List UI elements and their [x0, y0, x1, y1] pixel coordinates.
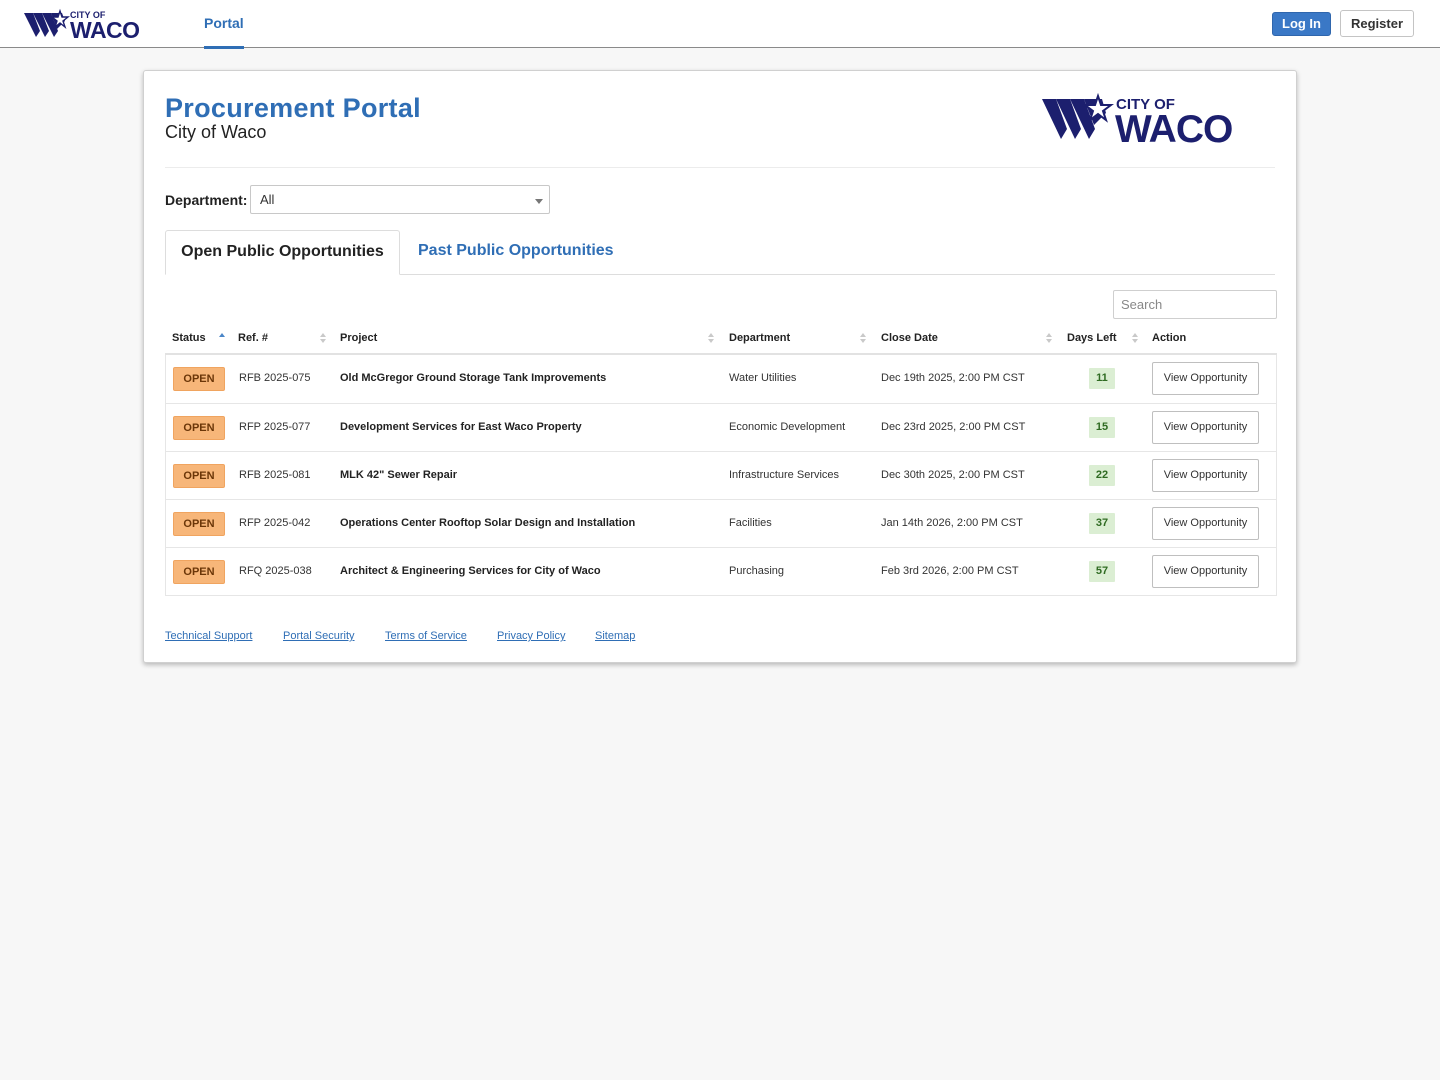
- column-header-project[interactable]: Project: [340, 326, 377, 353]
- project-name: Development Services for East Waco Prope…: [340, 421, 582, 433]
- close-date: Dec 30th 2025, 2:00 PM CST: [881, 469, 1025, 481]
- days-left-badge: 15: [1089, 417, 1115, 438]
- page-title: Procurement Portal: [165, 93, 421, 123]
- log-in-button[interactable]: Log In: [1272, 12, 1331, 36]
- nav-item-portal[interactable]: Portal: [204, 0, 244, 49]
- status-badge: OPEN: [173, 512, 225, 536]
- city-of-waco-logo[interactable]: CITY OF WACO: [24, 7, 170, 41]
- project-name: Operations Center Rooftop Solar Design a…: [340, 517, 636, 529]
- footer-link-portal-security[interactable]: Portal Security: [283, 630, 355, 642]
- department-name: Water Utilities: [729, 372, 797, 384]
- department-name: Economic Development: [729, 421, 846, 433]
- table-body: OPEN RFB 2025-075 Old McGregor Ground St…: [165, 355, 1277, 596]
- view-opportunity-button[interactable]: View Opportunity: [1152, 362, 1259, 395]
- days-left-badge: 57: [1089, 561, 1115, 582]
- view-opportunity-button[interactable]: View Opportunity: [1152, 459, 1259, 492]
- table-row: OPEN RFP 2025-042 Operations Center Roof…: [166, 499, 1276, 547]
- department-label: Department:: [165, 192, 248, 208]
- days-left-badge: 11: [1089, 368, 1115, 389]
- column-header-days-left[interactable]: Days Left: [1067, 326, 1117, 353]
- footer-link-technical-support[interactable]: Technical Support: [165, 630, 252, 642]
- ref-number: RFB 2025-075: [239, 372, 311, 384]
- status-badge: OPEN: [173, 416, 225, 440]
- close-date: Dec 23rd 2025, 2:00 PM CST: [881, 421, 1026, 433]
- ref-number: RFP 2025-077: [239, 421, 311, 433]
- project-name: MLK 42" Sewer Repair: [340, 469, 458, 481]
- department-name: Facilities: [729, 517, 772, 529]
- table-row: OPEN RFP 2025-077 Development Services f…: [166, 403, 1276, 451]
- tab-past-public-opportunities[interactable]: Past Public Opportunities: [418, 230, 614, 275]
- column-header-close-date[interactable]: Close Date: [881, 326, 938, 353]
- sort-icon[interactable]: [708, 333, 715, 345]
- footer-link-sitemap[interactable]: Sitemap: [595, 630, 635, 642]
- department-select[interactable]: All: [250, 185, 550, 214]
- opportunities-table: Status Ref. # Project Department Close D…: [165, 326, 1277, 596]
- status-badge: OPEN: [173, 464, 225, 488]
- project-name: Architect & Engineering Services for Cit…: [340, 565, 601, 577]
- department-select-value: All: [260, 192, 275, 207]
- search-input[interactable]: [1113, 290, 1277, 319]
- close-date: Feb 3rd 2026, 2:00 PM CST: [881, 565, 1019, 577]
- logo-big-text: WACO: [70, 17, 140, 41]
- ref-number: RFP 2025-042: [239, 517, 311, 529]
- city-of-waco-large-logo: CITY OF WACO: [1042, 92, 1233, 146]
- days-left-badge: 37: [1089, 513, 1115, 534]
- column-header-action: Action: [1152, 332, 1187, 344]
- chevron-down-icon: [535, 199, 543, 204]
- column-header-department[interactable]: Department: [729, 326, 790, 353]
- table-row: OPEN RFB 2025-075 Old McGregor Ground St…: [166, 355, 1276, 403]
- status-badge: OPEN: [173, 560, 225, 584]
- register-button[interactable]: Register: [1340, 10, 1414, 37]
- column-header-status[interactable]: Status: [172, 326, 206, 353]
- ref-number: RFQ 2025-038: [239, 565, 312, 577]
- top-navigation-bar: CITY OF WACO Portal Log In Register: [0, 0, 1440, 49]
- header-divider: [165, 167, 1275, 168]
- view-opportunity-button[interactable]: View Opportunity: [1152, 555, 1259, 588]
- days-left-badge: 22: [1089, 465, 1115, 486]
- procurement-card: Procurement Portal City of Waco CITY OF …: [143, 70, 1297, 663]
- view-opportunity-button[interactable]: View Opportunity: [1152, 411, 1259, 444]
- footer-link-privacy-policy[interactable]: Privacy Policy: [497, 630, 565, 642]
- department-name: Purchasing: [729, 565, 785, 577]
- sort-ascending-icon[interactable]: [219, 333, 226, 345]
- page-subtitle: City of Waco: [165, 122, 267, 142]
- project-name: Old McGregor Ground Storage Tank Improve…: [340, 372, 607, 384]
- tab-open-public-opportunities[interactable]: Open Public Opportunities: [165, 230, 400, 275]
- sort-icon[interactable]: [860, 333, 867, 345]
- large-logo-big-text: WACO: [1115, 108, 1232, 146]
- sort-icon[interactable]: [1132, 333, 1139, 345]
- close-date: Dec 19th 2025, 2:00 PM CST: [881, 372, 1025, 384]
- department-name: Infrastructure Services: [729, 469, 840, 481]
- sort-icon[interactable]: [1046, 333, 1053, 345]
- ref-number: RFB 2025-081: [239, 469, 311, 481]
- table-header: Status Ref. # Project Department Close D…: [165, 326, 1277, 355]
- table-row: OPEN RFB 2025-081 MLK 42" Sewer Repair I…: [166, 451, 1276, 499]
- footer-link-terms-of-service[interactable]: Terms of Service: [385, 630, 467, 642]
- status-badge: OPEN: [173, 367, 225, 391]
- close-date: Jan 14th 2026, 2:00 PM CST: [881, 517, 1023, 529]
- table-row: OPEN RFQ 2025-038 Architect & Engineerin…: [166, 547, 1276, 595]
- column-header-ref[interactable]: Ref. #: [238, 326, 268, 353]
- view-opportunity-button[interactable]: View Opportunity: [1152, 507, 1259, 540]
- sort-icon[interactable]: [320, 333, 327, 345]
